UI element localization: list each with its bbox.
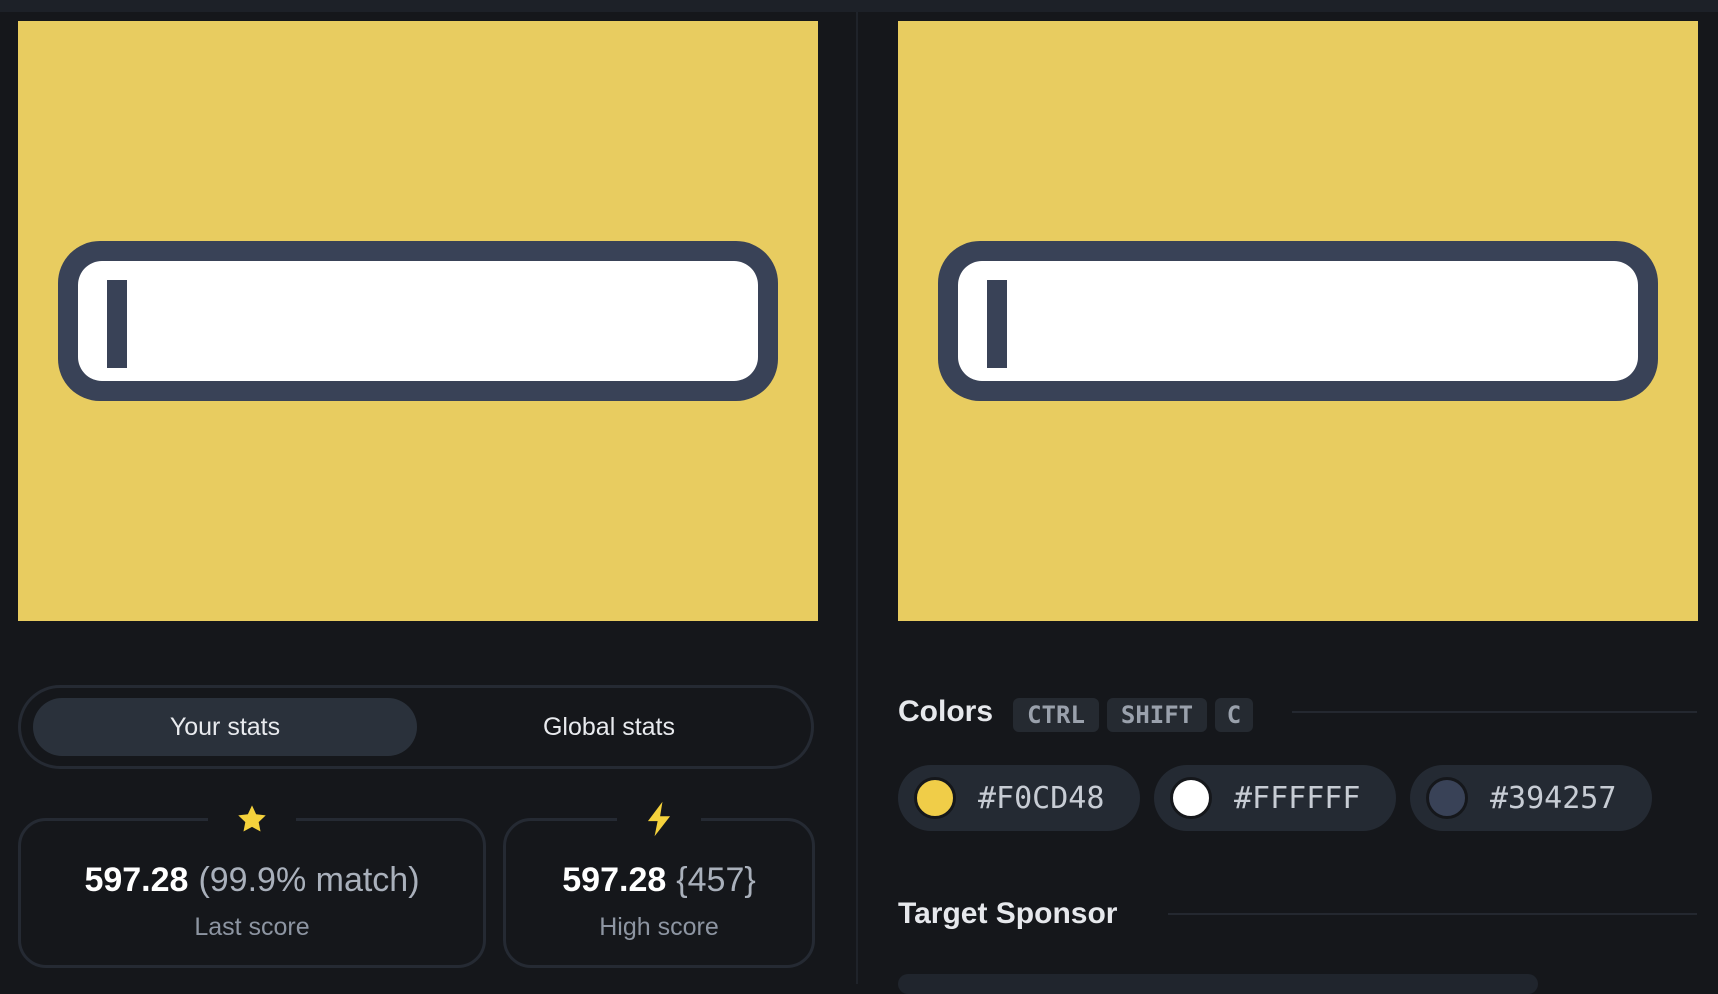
target-canvas — [898, 21, 1698, 621]
section-divider — [1292, 711, 1697, 713]
panel-divider — [856, 12, 858, 984]
input-field-fill — [958, 261, 1638, 381]
text-caret — [107, 280, 127, 368]
stats-tab-switcher: Your stats Global stats — [18, 685, 814, 769]
star-icon — [208, 799, 296, 839]
shortcut-key-ctrl: CTRL — [1013, 698, 1099, 732]
color-dot — [1170, 777, 1212, 819]
color-hex: #394257 — [1490, 780, 1617, 816]
tab-your-stats[interactable]: Your stats — [33, 698, 417, 756]
color-hex: #F0CD48 — [978, 780, 1105, 816]
input-field-fill — [78, 261, 758, 381]
output-canvas — [18, 21, 818, 621]
shortcut-key-c: C — [1215, 698, 1253, 732]
section-divider — [1168, 913, 1697, 915]
high-score-label: High score — [599, 913, 719, 941]
last-score-label: Last score — [194, 913, 310, 941]
color-dot — [914, 777, 956, 819]
color-swatch-white[interactable]: #FFFFFF — [1154, 765, 1396, 831]
high-score-card: 597.28 {457} High score — [503, 799, 815, 968]
last-score-card: 597.28 (99.9% match) Last score — [18, 799, 486, 968]
colors-heading: Colors — [898, 695, 994, 728]
high-score-value: 597.28 — [562, 861, 667, 899]
shortcut-key-shift: SHIFT — [1107, 698, 1207, 732]
input-field-border — [58, 241, 778, 401]
high-score-attempts: {457} — [676, 861, 756, 899]
text-caret — [987, 280, 1007, 368]
sponsor-card[interactable] — [898, 974, 1538, 994]
top-bar — [0, 0, 1718, 12]
input-field-border — [938, 241, 1658, 401]
tab-global-stats[interactable]: Global stats — [417, 698, 801, 756]
last-score-match: (99.9% match) — [198, 861, 420, 899]
color-swatch-yellow[interactable]: #F0CD48 — [898, 765, 1140, 831]
color-hex: #FFFFFF — [1234, 780, 1361, 816]
color-swatch-slate[interactable]: #394257 — [1410, 765, 1652, 831]
last-score-value: 597.28 — [84, 861, 189, 899]
lightning-icon — [617, 799, 701, 839]
target-sponsor-heading: Target Sponsor — [898, 897, 1118, 930]
color-dot — [1426, 777, 1468, 819]
